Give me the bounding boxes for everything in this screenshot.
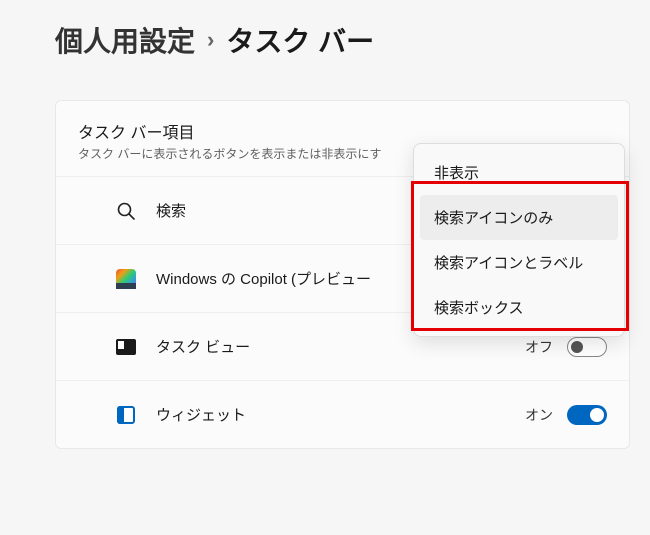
breadcrumb: 個人用設定 › タスク バー	[55, 20, 630, 60]
widgets-icon	[114, 403, 138, 427]
section-title: タスク バー項目	[78, 119, 607, 143]
copilot-icon	[114, 267, 138, 291]
taskview-icon	[114, 335, 138, 359]
breadcrumb-parent[interactable]: 個人用設定	[55, 20, 195, 60]
widgets-toggle[interactable]	[567, 405, 607, 425]
row-widgets-label: ウィジェット	[156, 404, 525, 425]
search-icon	[114, 199, 138, 223]
row-widgets: ウィジェット オン	[56, 380, 629, 448]
dropdown-option-icon-only[interactable]: 検索アイコンのみ	[420, 195, 618, 240]
search-dropdown: 非表示 検索アイコンのみ 検索アイコンとラベル 検索ボックス	[413, 143, 625, 337]
dropdown-option-icon-label[interactable]: 検索アイコンとラベル	[420, 240, 618, 285]
taskbar-items-panel: タスク バー項目 タスク バーに表示されるボタンを表示または非表示にす 検索 W…	[55, 100, 630, 449]
breadcrumb-current: タスク バー	[226, 20, 374, 60]
dropdown-option-hide[interactable]: 非表示	[420, 150, 618, 195]
taskview-toggle[interactable]	[567, 337, 607, 357]
taskview-state-text: オフ	[525, 337, 553, 357]
row-taskview-label: タスク ビュー	[156, 336, 525, 357]
dropdown-option-box[interactable]: 検索ボックス	[420, 285, 618, 330]
chevron-right-icon: ›	[207, 27, 214, 53]
widgets-state-text: オン	[525, 405, 553, 425]
